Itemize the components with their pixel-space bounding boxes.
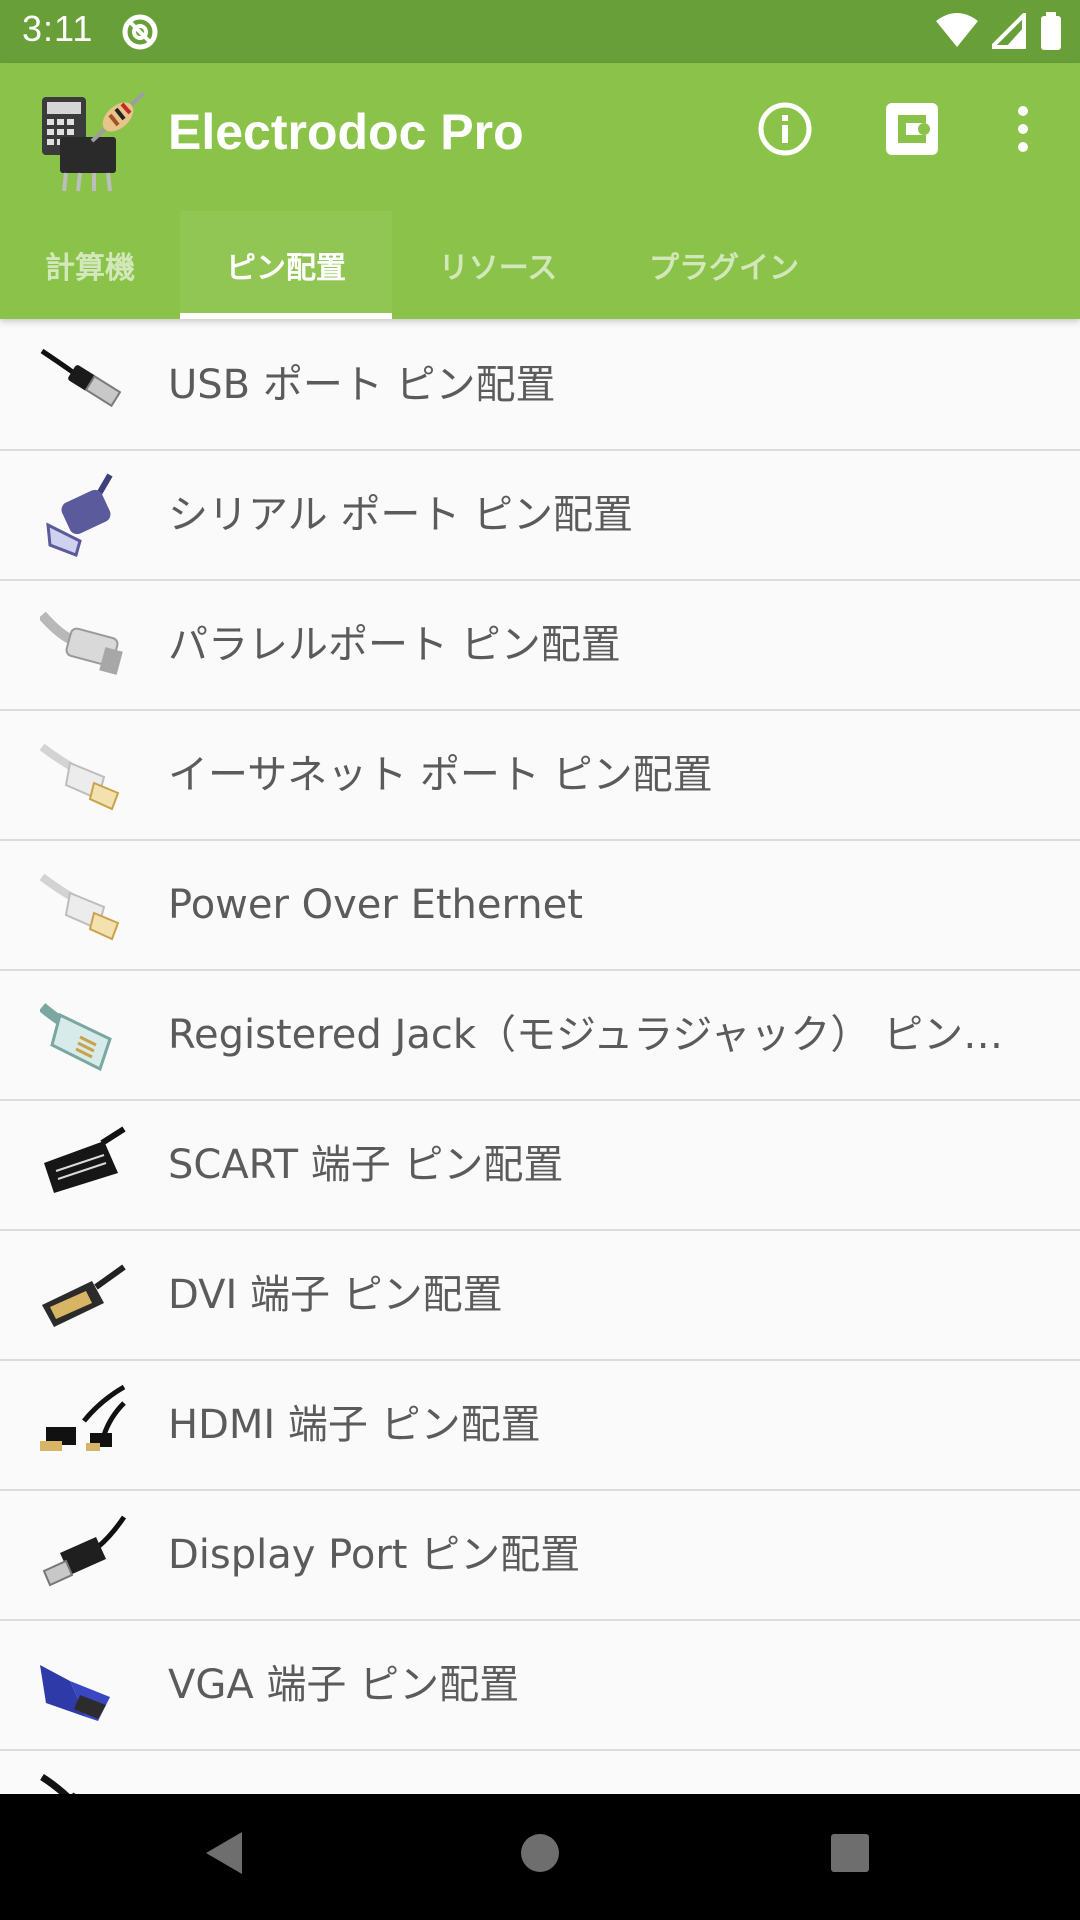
list-item-label: S 端子 ピン配置: [168, 1751, 459, 1794]
usb-connector-icon: [40, 343, 126, 429]
dvi-connector-icon: [40, 1253, 126, 1339]
app-logo-icon: [40, 89, 148, 197]
list-item-s-video[interactable]: S 端子 ピン配置: [0, 1751, 1080, 1794]
status-bar: 3:11: [0, 0, 1080, 63]
list-item-scart[interactable]: SCART 端子 ピン配置: [0, 1101, 1080, 1231]
do-not-disturb-icon: [120, 12, 160, 56]
pinout-list: USB ポート ピン配置 シリアル ポート ピン配置 パラレルポート ピン配置: [0, 321, 1080, 1794]
list-item-label: HDMI 端子 ピン配置: [168, 1402, 541, 1448]
list-item-displayport[interactable]: Display Port ピン配置: [0, 1491, 1080, 1621]
tab-bar: 計算機 ピン配置 リソース プラグイン: [0, 211, 844, 319]
list-item-label: イーサネット ポート ピン配置: [168, 752, 713, 798]
list-item-poe[interactable]: Power Over Ethernet: [0, 841, 1080, 971]
list-item-hdmi[interactable]: HDMI 端子 ピン配置: [0, 1361, 1080, 1491]
list-item-serial[interactable]: シリアル ポート ピン配置: [0, 451, 1080, 581]
home-icon[interactable]: [520, 1830, 560, 1880]
list-item-label: パラレルポート ピン配置: [168, 622, 621, 668]
list-item-label: シリアル ポート ピン配置: [168, 492, 634, 538]
recents-icon[interactable]: [830, 1830, 870, 1880]
list-item-label: VGA 端子 ピン配置: [168, 1662, 520, 1708]
list-item-ethernet[interactable]: イーサネット ポート ピン配置: [0, 711, 1080, 841]
ethernet-connector-icon: [39, 733, 126, 819]
displayport-connector-icon: [40, 1513, 127, 1599]
list-item-registered-jack[interactable]: Registered Jack（モジュラジャック） ピン配置: [0, 971, 1080, 1101]
list-item-vga[interactable]: VGA 端子 ピン配置: [0, 1621, 1080, 1751]
battery-icon: [1040, 12, 1062, 54]
app-bar: Electrodoc Pro 計算機 ピン配置 リソース プラグイン: [0, 63, 1080, 319]
hdmi-connector-icon: [40, 1383, 126, 1469]
back-icon[interactable]: [204, 1830, 244, 1880]
scart-connector-icon: [40, 1123, 126, 1209]
poe-connector-icon: [39, 863, 126, 949]
s-video-connector-icon: [40, 1773, 126, 1794]
status-time: 3:11: [22, 8, 94, 49]
list-item-label: Power Over Ethernet: [168, 882, 583, 928]
list-item-parallel[interactable]: パラレルポート ピン配置: [0, 581, 1080, 711]
list-item-label: Display Port ピン配置: [168, 1532, 581, 1578]
list-item-usb[interactable]: USB ポート ピン配置: [0, 321, 1080, 451]
signal-icon: [987, 10, 1026, 53]
more-vert-icon[interactable]: [1008, 101, 1038, 161]
parallel-connector-icon: [38, 603, 126, 689]
system-nav-bar: [0, 1794, 1080, 1920]
tab-plugins[interactable]: プラグイン: [604, 211, 844, 319]
list-item-label: USB ポート ピン配置: [168, 362, 556, 408]
list-item-dvi[interactable]: DVI 端子 ピン配置: [0, 1231, 1080, 1361]
list-item-label: Registered Jack（モジュラジャック） ピン配置: [168, 1012, 1038, 1058]
tab-pinouts[interactable]: ピン配置: [180, 211, 392, 319]
serial-connector-icon: [40, 473, 126, 559]
vga-connector-icon: [40, 1643, 126, 1729]
app-title: Electrodoc Pro: [168, 104, 524, 160]
tab-resources[interactable]: リソース: [392, 211, 604, 319]
list-item-label: SCART 端子 ピン配置: [168, 1142, 564, 1188]
tab-calculator[interactable]: 計算機: [0, 211, 180, 319]
rj-connector-icon: [38, 993, 126, 1079]
list-item-label: DVI 端子 ピン配置: [168, 1272, 503, 1318]
plugin-icon[interactable]: [884, 101, 940, 161]
wifi-icon: [936, 13, 978, 53]
info-icon[interactable]: [757, 101, 813, 161]
